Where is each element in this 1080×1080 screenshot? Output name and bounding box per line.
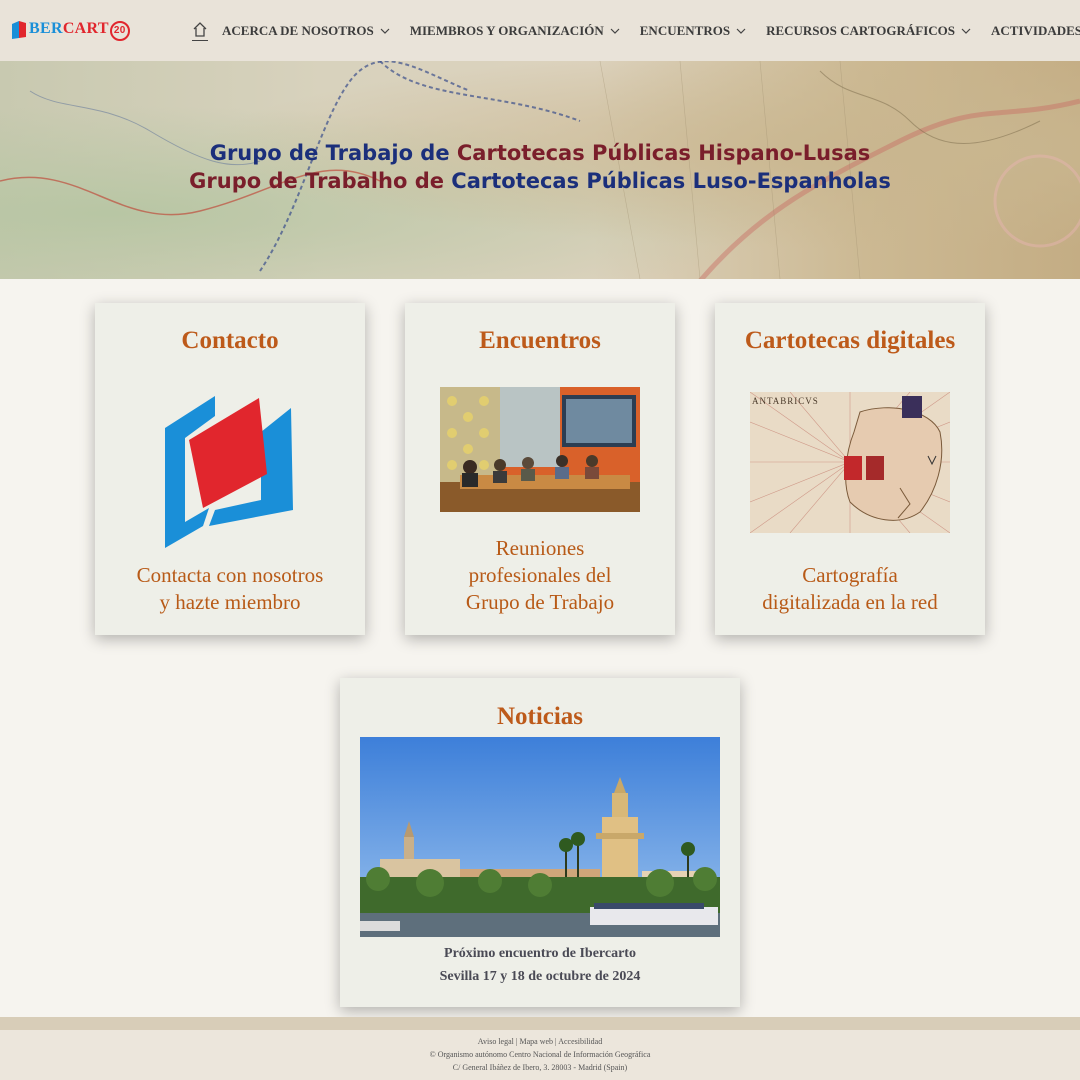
card-encuentros[interactable]: Encuentros Reuniones profesionales del G… (405, 303, 675, 635)
site-header: BERCART 20 ACERCA DE NOSOTROS MIEMBROS Y … (0, 0, 1080, 61)
card-title: Cartotecas digitales (744, 327, 956, 354)
card-title: Contacto (181, 327, 279, 354)
anniversary-badge: 20 (109, 20, 130, 41)
footer-link-accesibilidad[interactable]: Accesibilidad (558, 1037, 602, 1046)
hero-title: Grupo de Trabajo de Cartotecas Públicas … (0, 139, 1080, 195)
portolan-map-image: ANTABRICVS (750, 392, 950, 533)
sevilla-photo (360, 737, 720, 937)
hero-banner: Grupo de Trabajo de Cartotecas Públicas … (0, 61, 1080, 279)
book-logo-icon (12, 21, 26, 39)
card-description: Cartografía digitalizada en la red (762, 563, 938, 614)
chevron-down-icon (961, 28, 971, 34)
chevron-down-icon (610, 28, 620, 34)
footer-address: C/ General Ibáñez de Ibero, 3. 28003 - M… (452, 1063, 628, 1072)
footer-link-mapa-web[interactable]: Mapa web (519, 1037, 553, 1046)
card-cartotecas-digitales[interactable]: Cartotecas digitales ANTABRICVS Cartogra… (715, 303, 985, 635)
card-description: Contacta con nosotros y hazte miembro (136, 563, 324, 614)
nav-item-recursos[interactable]: RECURSOS CARTOGRÁFICOS (766, 23, 971, 39)
footer-links: Aviso legal | Mapa web | Accesibilidad (477, 1037, 603, 1046)
card-description: Reuniones profesionales del Grupo de Tra… (465, 536, 615, 614)
footer-link-aviso-legal[interactable]: Aviso legal (478, 1037, 514, 1046)
news-dates: Sevilla 17 y 18 de octubre de 2024 (439, 969, 641, 984)
card-title: Noticias (496, 703, 584, 730)
hero-line-2: Grupo de Trabalho de Cartotecas Públicas… (189, 169, 891, 193)
footer-copyright: © Organismo autónomo Centro Nacional de … (429, 1050, 651, 1059)
logo-text: BERCART 20 (29, 20, 130, 41)
nav-item-acerca[interactable]: ACERCA DE NOSOTROS (222, 23, 390, 39)
chevron-down-icon (736, 28, 746, 34)
ibercarto-book-icon (165, 396, 293, 548)
site-footer: Aviso legal | Mapa web | Accesibilidad ©… (0, 1030, 1080, 1080)
meeting-photo (440, 387, 640, 512)
ibercarto-logo[interactable]: BERCART 20 (11, 17, 130, 43)
card-contacto[interactable]: Contacto Contacta con nosotros y hazte m… (95, 303, 365, 635)
hero-line-1: Grupo de Trabajo de Cartotecas Públicas … (209, 141, 871, 165)
news-headline: Próximo encuentro de Ibercarto (444, 946, 636, 961)
news-description: Próximo encuentro de Ibercarto Sevilla 1… (340, 942, 740, 988)
chevron-down-icon (380, 28, 390, 34)
map-label: ANTABRICVS (752, 396, 819, 406)
main-nav: ACERCA DE NOSOTROS MIEMBROS Y ORGANIZACI… (192, 20, 1080, 41)
nav-item-actividades[interactable]: ACTIVIDADES (991, 23, 1080, 39)
card-noticias[interactable]: Noticias Próximo encuentro de Ibercarto … (340, 678, 740, 1007)
card-title: Encuentros (479, 327, 601, 354)
home-icon[interactable] (192, 20, 208, 41)
nav-item-miembros[interactable]: MIEMBROS Y ORGANIZACIÓN (410, 23, 620, 39)
footer-band (0, 1017, 1080, 1030)
nav-item-encuentros[interactable]: ENCUENTROS (640, 23, 746, 39)
